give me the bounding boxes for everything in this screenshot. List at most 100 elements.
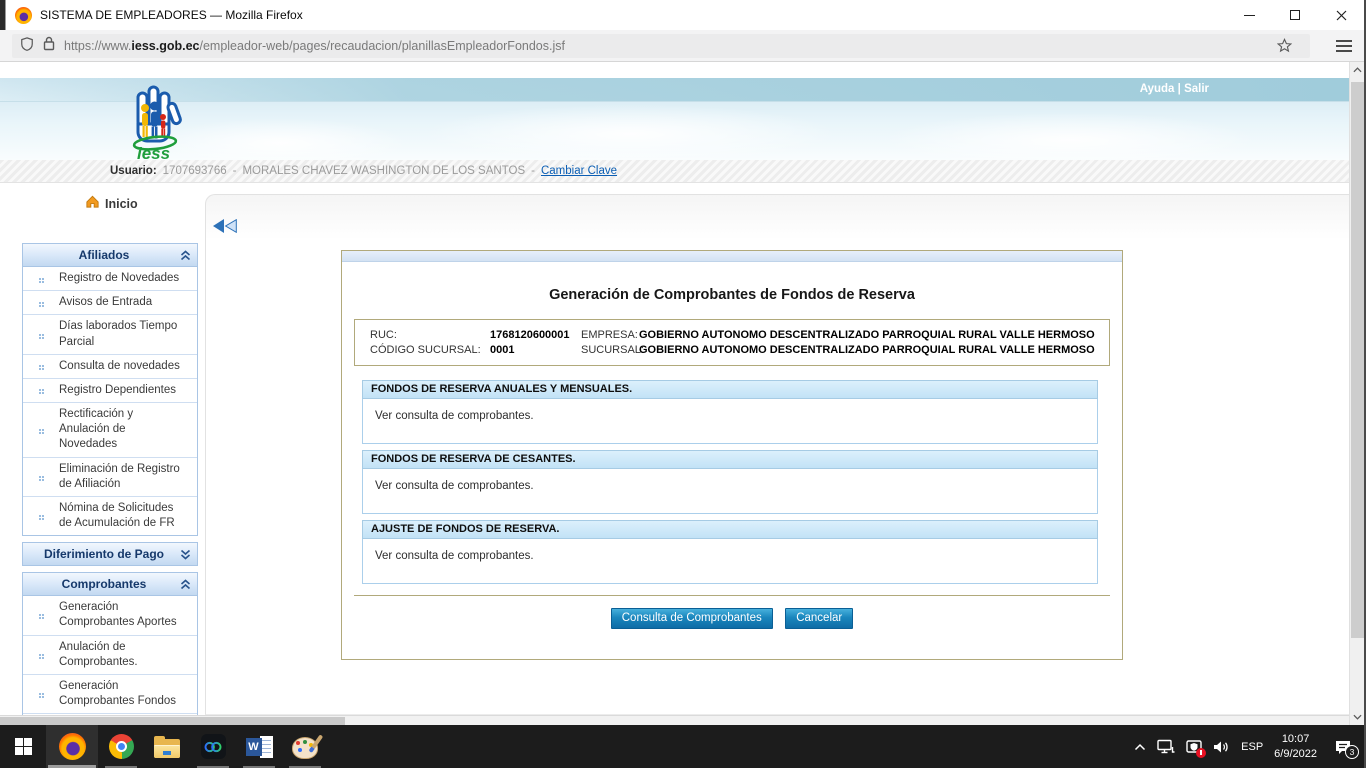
action-center-icon[interactable]: 3 bbox=[1334, 739, 1352, 755]
panel-header-comprobantes[interactable]: Comprobantes bbox=[23, 573, 197, 595]
sidebar-item-label: Rectificación y Anulación de Novedades bbox=[59, 407, 183, 453]
sidebar-panel-diferimiento: Diferimiento de Pago bbox=[22, 542, 198, 566]
user-label: Usuario: bbox=[110, 165, 157, 177]
browser-toolbar: https://www.iess.gob.ec/empleador-web/pa… bbox=[0, 30, 1366, 62]
bullet-icon bbox=[23, 302, 59, 304]
chevron-double-up-icon[interactable] bbox=[180, 250, 191, 261]
header-links-strip: Ayuda | Salir bbox=[0, 78, 1349, 102]
language-indicator[interactable]: ESP bbox=[1241, 741, 1263, 753]
horizontal-scroll-thumb[interactable] bbox=[0, 717, 345, 725]
ruc-label: RUC: bbox=[370, 329, 490, 341]
consult-vouchers-button[interactable]: Consulta de Comprobantes bbox=[611, 608, 773, 629]
clock[interactable]: 10:07 6/9/2022 bbox=[1274, 732, 1317, 762]
scroll-up-arrow[interactable] bbox=[1350, 62, 1365, 78]
sidebar-item-label: Eliminación de Registro de Afiliación bbox=[59, 462, 183, 492]
change-password-link[interactable]: Cambiar Clave bbox=[541, 165, 617, 177]
sidebar-item[interactable]: Generación Comprobantes Aportes bbox=[23, 596, 197, 635]
sidebar-item[interactable]: Anulación de Comprobantes. bbox=[23, 636, 197, 675]
bullet-icon bbox=[23, 365, 59, 367]
chevron-double-up-icon[interactable] bbox=[180, 579, 191, 590]
webex-icon bbox=[201, 734, 226, 759]
bullet-icon bbox=[23, 389, 59, 391]
vertical-scrollbar[interactable] bbox=[1349, 62, 1364, 725]
exit-link[interactable]: Salir bbox=[1184, 83, 1209, 95]
sidebar-item[interactable]: Avisos de Entrada bbox=[23, 291, 197, 315]
security-alert-icon[interactable] bbox=[1186, 739, 1202, 755]
maximize-button[interactable] bbox=[1272, 0, 1318, 30]
taskbar-chrome-button[interactable] bbox=[98, 725, 144, 768]
volume-icon[interactable] bbox=[1213, 740, 1230, 754]
form-header-strip bbox=[342, 251, 1122, 262]
sidebar-item-label: Generación Comprobantes Fondos bbox=[59, 679, 183, 709]
horizontal-scrollbar[interactable] bbox=[0, 715, 1349, 725]
home-link[interactable]: Inicio bbox=[85, 194, 138, 214]
url-bar[interactable]: https://www.iess.gob.ec/empleador-web/pa… bbox=[12, 34, 1310, 58]
dash: - bbox=[531, 165, 535, 177]
collapse-sidebar-icon[interactable] bbox=[213, 219, 237, 238]
sidebar-item-label: Generación Comprobantes Aportes bbox=[59, 600, 183, 630]
start-button[interactable] bbox=[0, 725, 46, 768]
minimize-button[interactable] bbox=[1226, 0, 1272, 30]
bullet-icon bbox=[23, 278, 59, 280]
panel-title: Afiliados bbox=[79, 248, 130, 262]
link-divider: | bbox=[1178, 83, 1181, 95]
sidebar-item[interactable]: Registro Dependientes bbox=[23, 379, 197, 403]
sidebar-item[interactable]: Nómina de Solicitudes de Acumulación de … bbox=[23, 497, 197, 535]
section: AJUSTE DE FONDOS DE RESERVA. Ver consult… bbox=[362, 520, 1098, 584]
sidebar-item-list: Generación Comprobantes Aportes Anulació… bbox=[23, 595, 197, 715]
sidebar-item-label: Registro Dependientes bbox=[59, 383, 183, 398]
section-body-link[interactable]: Ver consulta de comprobantes. bbox=[375, 550, 534, 562]
bullet-icon bbox=[23, 334, 59, 336]
cancel-button[interactable]: Cancelar bbox=[785, 608, 853, 629]
main-panel: Generación de Comprobantes de Fondos de … bbox=[205, 194, 1349, 715]
sidebar-item[interactable]: Generación Comprobantes Fondos bbox=[23, 675, 197, 714]
page-title: Generación de Comprobantes de Fondos de … bbox=[342, 287, 1122, 303]
time: 10:07 bbox=[1274, 732, 1317, 747]
company-info-box: RUC: 1768120600001 EMPRESA: GOBIERNO AUT… bbox=[354, 319, 1110, 366]
page-content: Ayuda | Salir bbox=[0, 62, 1349, 715]
sidebar-item[interactable]: Rectificación y Anulación de Novedades bbox=[23, 403, 197, 458]
section-body-link[interactable]: Ver consulta de comprobantes. bbox=[375, 410, 534, 422]
taskbar-paint-button[interactable] bbox=[282, 725, 328, 768]
home-icon bbox=[85, 194, 100, 214]
taskbar-firefox-button[interactable] bbox=[46, 725, 98, 768]
chevron-double-down-icon[interactable] bbox=[180, 549, 191, 560]
url-text: https://www.iess.gob.ec/empleador-web/pa… bbox=[64, 39, 565, 53]
tray-chevron-up-icon[interactable] bbox=[1134, 743, 1146, 751]
help-link[interactable]: Ayuda bbox=[1140, 83, 1175, 95]
sidebar-panel-afiliados: Afiliados Registro de Novedades bbox=[22, 243, 198, 536]
system-tray: ESP 10:07 6/9/2022 3 bbox=[1134, 725, 1366, 768]
form-box: Generación de Comprobantes de Fondos de … bbox=[341, 250, 1123, 660]
button-row: Consulta de Comprobantes Cancelar bbox=[342, 608, 1122, 629]
sidebar: Afiliados Registro de Novedades bbox=[22, 243, 198, 715]
section-body: Ver consulta de comprobantes. bbox=[362, 539, 1098, 584]
taskbar-explorer-button[interactable] bbox=[144, 725, 190, 768]
taskbar-word-button[interactable]: W bbox=[236, 725, 282, 768]
section-body-link[interactable]: Ver consulta de comprobantes. bbox=[375, 480, 534, 492]
panel-header-diferimiento[interactable]: Diferimiento de Pago bbox=[23, 543, 197, 565]
sidebar-item[interactable]: Registro de Novedades bbox=[23, 267, 197, 291]
section: FONDOS DE RESERVA DE CESANTES. Ver consu… bbox=[362, 450, 1098, 514]
close-button[interactable] bbox=[1318, 0, 1364, 30]
lock-icon[interactable] bbox=[43, 36, 55, 56]
tracking-shield-icon[interactable] bbox=[20, 36, 34, 57]
bullet-icon bbox=[23, 693, 59, 695]
sidebar-item-list: Registro de Novedades Avisos de Entrada … bbox=[23, 266, 197, 535]
vertical-scroll-thumb[interactable] bbox=[1351, 82, 1364, 638]
sidebar-item[interactable]: Consulta de novedades bbox=[23, 355, 197, 379]
browser-viewport: Ayuda | Salir bbox=[0, 62, 1366, 725]
sidebar-item[interactable]: Días laborados Tiempo Parcial bbox=[23, 315, 197, 354]
section-header: FONDOS DE RESERVA DE CESANTES. bbox=[362, 450, 1098, 469]
network-icon[interactable] bbox=[1157, 739, 1175, 754]
firefox-icon bbox=[15, 7, 32, 24]
bullet-icon bbox=[23, 515, 59, 517]
firefox-icon bbox=[59, 733, 86, 760]
background-window-edge bbox=[0, 0, 6, 30]
taskbar-webex-button[interactable] bbox=[190, 725, 236, 768]
hamburger-menu-icon[interactable] bbox=[1336, 40, 1352, 52]
scroll-down-arrow[interactable] bbox=[1350, 709, 1365, 725]
sidebar-item[interactable]: Eliminación de Registro de Afiliación bbox=[23, 458, 197, 497]
bookmark-star-icon[interactable] bbox=[1277, 38, 1292, 58]
sections: FONDOS DE RESERVA ANUALES Y MENSUALES. V… bbox=[362, 380, 1098, 584]
panel-header-afiliados[interactable]: Afiliados bbox=[23, 244, 197, 266]
